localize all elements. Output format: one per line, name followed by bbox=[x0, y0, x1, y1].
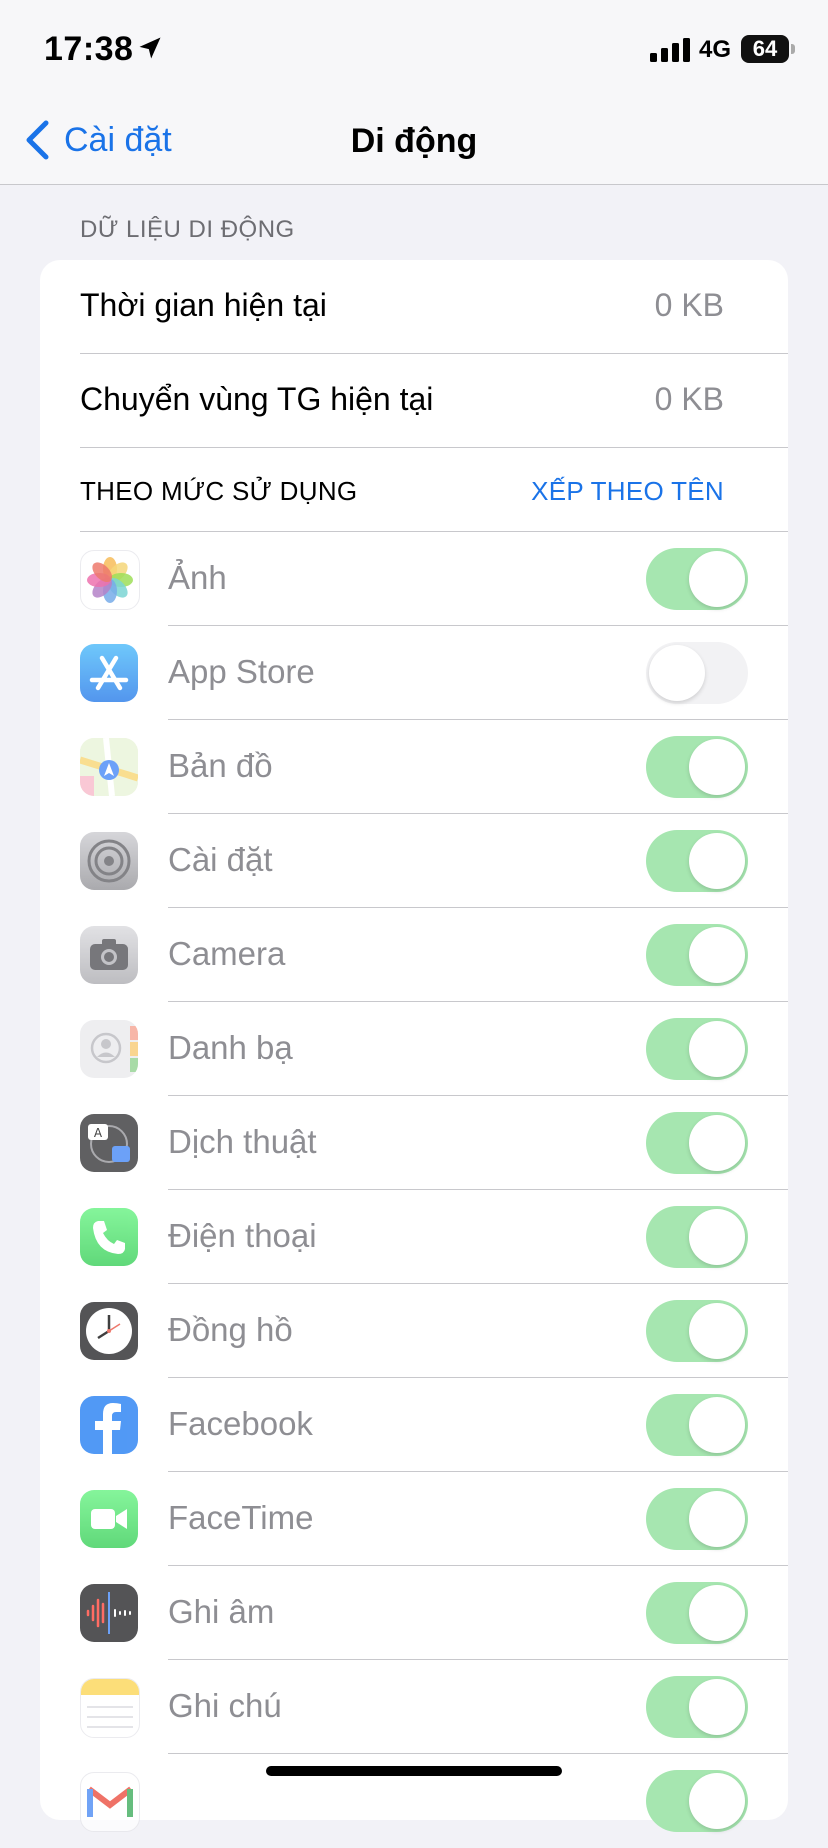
toggle-camera[interactable] bbox=[646, 924, 748, 986]
toggle-voice-memos[interactable] bbox=[646, 1582, 748, 1644]
toggle-knob bbox=[689, 1585, 745, 1641]
battery-level: 64 bbox=[752, 36, 778, 61]
status-time: 17:38 bbox=[44, 30, 134, 68]
toggle-settings[interactable] bbox=[646, 830, 748, 892]
app-name: Danh bạ bbox=[168, 1029, 293, 1066]
home-indicator bbox=[266, 1766, 562, 1776]
app-name: Điện thoại bbox=[168, 1217, 317, 1254]
app-row-facebook: Facebook bbox=[40, 1378, 788, 1472]
toggle-contacts[interactable] bbox=[646, 1018, 748, 1080]
app-store-icon bbox=[80, 644, 138, 702]
section-header: DỮ LIỆU DI ĐỘNG bbox=[80, 216, 295, 243]
toggle-knob bbox=[689, 1209, 745, 1265]
toggle-photos[interactable] bbox=[646, 548, 748, 610]
app-name: FaceTime bbox=[168, 1499, 314, 1536]
app-name: Dịch thuật bbox=[168, 1123, 317, 1160]
toggle-clock[interactable] bbox=[646, 1300, 748, 1362]
maps-icon bbox=[80, 738, 138, 796]
app-name: App Store bbox=[168, 653, 315, 690]
usage-row-roaming: Chuyển vùng TG hiện tại 0 KB bbox=[40, 354, 788, 448]
toggle-knob bbox=[689, 1491, 745, 1547]
toggle-maps[interactable] bbox=[646, 736, 748, 798]
sort-by-usage-label: THEO MỨC SỬ DỤNG bbox=[80, 476, 358, 506]
app-name: Ghi chú bbox=[168, 1687, 282, 1724]
svg-text:A: A bbox=[94, 1126, 103, 1140]
app-name: Facebook bbox=[168, 1405, 313, 1442]
toggle-knob bbox=[689, 1773, 745, 1829]
toggle-facebook[interactable] bbox=[646, 1394, 748, 1456]
toggle-knob bbox=[689, 1303, 745, 1359]
status-bar: 17:38 4G 64 bbox=[0, 0, 828, 100]
toggle-knob bbox=[689, 739, 745, 795]
toggle-knob bbox=[689, 1679, 745, 1735]
toggle-knob bbox=[689, 927, 745, 983]
app-row-voice-memos: Ghi âm bbox=[40, 1566, 788, 1660]
app-row-contacts: Danh bạ bbox=[40, 1002, 788, 1096]
sort-by-name-button[interactable]: XẾP THEO TÊN bbox=[531, 476, 724, 507]
usage-value: 0 KB bbox=[654, 381, 724, 417]
app-row-clock: Đồng hồ bbox=[40, 1284, 788, 1378]
toggle-gmail[interactable] bbox=[646, 1770, 748, 1832]
translate-icon: A bbox=[80, 1114, 138, 1172]
usage-value: 0 KB bbox=[654, 287, 724, 323]
location-arrow-icon bbox=[139, 37, 161, 59]
app-row-photos: Ảnh bbox=[40, 532, 788, 626]
toggle-knob bbox=[689, 1115, 745, 1171]
toggle-notes[interactable] bbox=[646, 1676, 748, 1738]
app-row-translate: A Dịch thuật bbox=[40, 1096, 788, 1190]
toggle-knob bbox=[689, 1021, 745, 1077]
app-row-settings: Cài đặt bbox=[40, 814, 788, 908]
app-name: Ghi âm bbox=[168, 1593, 275, 1630]
cellular-data-card: Thời gian hiện tại 0 KB Chuyển vùng TG h… bbox=[40, 260, 788, 1832]
app-row-camera: Camera bbox=[40, 908, 788, 1002]
cellular-signal-icon bbox=[650, 38, 690, 62]
sort-row: THEO MỨC SỬ DỤNG XẾP THEO TÊN bbox=[40, 448, 788, 532]
navigation-bar: Cài đặt Di động bbox=[0, 100, 828, 185]
toggle-knob bbox=[689, 1397, 745, 1453]
page-title: Di động bbox=[350, 122, 478, 160]
app-row-phone: Điện thoại bbox=[40, 1190, 788, 1284]
gmail-icon bbox=[80, 1772, 140, 1832]
clock-icon bbox=[80, 1302, 138, 1360]
network-type: 4G bbox=[699, 36, 732, 63]
contacts-icon bbox=[80, 1020, 138, 1078]
app-row-maps: Bản đồ bbox=[40, 720, 788, 814]
app-name: Đồng hồ bbox=[168, 1311, 293, 1348]
toggle-knob bbox=[689, 551, 745, 607]
app-row-notes: Ghi chú bbox=[40, 1660, 788, 1754]
battery-icon: 64 bbox=[741, 35, 789, 63]
usage-label: Chuyển vùng TG hiện tại bbox=[80, 381, 434, 417]
facebook-icon bbox=[80, 1396, 138, 1454]
app-name: Cài đặt bbox=[168, 841, 273, 878]
phone-icon bbox=[80, 1208, 138, 1266]
app-name: Bản đồ bbox=[168, 747, 273, 784]
toggle-translate[interactable] bbox=[646, 1112, 748, 1174]
toggle-phone[interactable] bbox=[646, 1206, 748, 1268]
toggle-facetime[interactable] bbox=[646, 1488, 748, 1550]
voice-memos-icon bbox=[80, 1584, 138, 1642]
camera-icon bbox=[80, 926, 138, 984]
toggle-app-store[interactable] bbox=[646, 642, 748, 704]
usage-row-current-period: Thời gian hiện tại 0 KB bbox=[40, 260, 788, 354]
battery-cap bbox=[791, 44, 795, 54]
app-name: Camera bbox=[168, 935, 286, 972]
app-name: Ảnh bbox=[168, 559, 227, 596]
facetime-icon bbox=[80, 1490, 138, 1548]
photos-icon bbox=[80, 550, 140, 610]
app-row-app-store: App Store bbox=[40, 626, 788, 720]
settings-gear-icon bbox=[80, 832, 138, 890]
toggle-knob bbox=[649, 645, 705, 701]
notes-icon bbox=[80, 1678, 140, 1738]
app-row-facetime: FaceTime bbox=[40, 1472, 788, 1566]
usage-label: Thời gian hiện tại bbox=[80, 287, 327, 323]
toggle-knob bbox=[689, 833, 745, 889]
